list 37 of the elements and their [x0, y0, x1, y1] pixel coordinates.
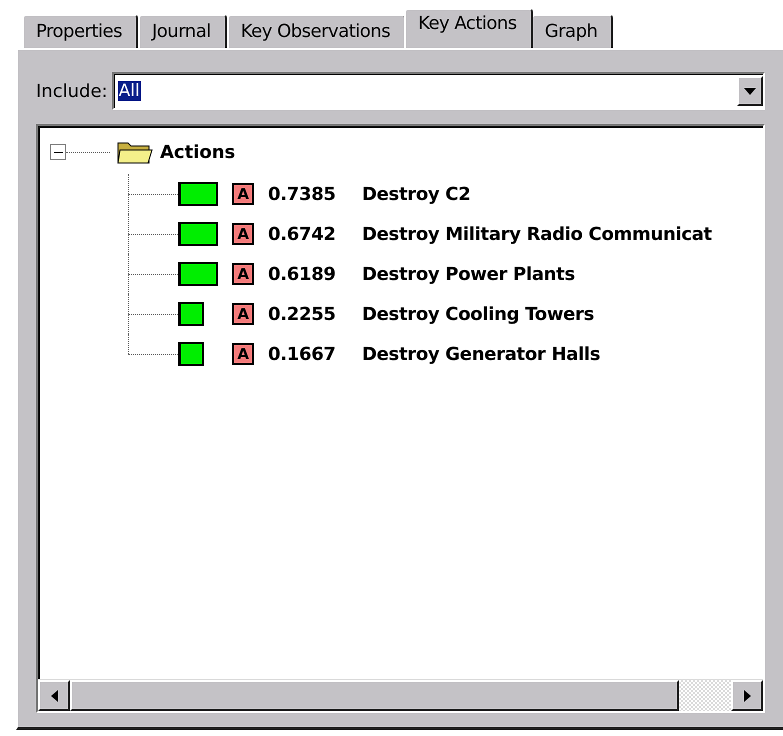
tab[interactable]: Properties — [22, 14, 138, 48]
tab[interactable]: Key Observations — [226, 14, 406, 48]
score-bar — [178, 302, 204, 326]
dropdown-button[interactable] — [737, 76, 763, 106]
score-value: 0.6189 — [268, 262, 337, 286]
action-badge: A — [232, 343, 254, 365]
scrollbar-thumb[interactable] — [70, 680, 679, 711]
scroll-left-button[interactable] — [38, 680, 70, 711]
action-label[interactable]: Destroy Power Plants — [362, 260, 575, 288]
action-badge: A — [232, 223, 254, 245]
action-label[interactable]: Destroy Generator Halls — [362, 340, 600, 368]
tab[interactable]: Key Actions — [404, 8, 533, 48]
action-badge: A — [232, 183, 254, 205]
action-badge: A — [232, 263, 254, 285]
score-bar — [178, 222, 218, 246]
action-label[interactable]: Destroy Military Radio Communicat — [362, 220, 712, 248]
include-dropdown[interactable]: All — [112, 72, 765, 110]
tab[interactable]: Journal — [138, 14, 227, 48]
scroll-right-button[interactable] — [731, 680, 763, 711]
action-label[interactable]: Destroy Cooling Towers — [362, 300, 594, 328]
left-arrow-icon — [50, 690, 58, 702]
include-label: Include: — [36, 80, 108, 104]
collapse-toggle[interactable] — [50, 144, 66, 160]
score-value: 0.6742 — [268, 222, 337, 246]
score-value: 0.1667 — [268, 342, 337, 366]
score-bar — [178, 262, 218, 286]
score-bar — [178, 182, 218, 206]
score-value: 0.2255 — [268, 302, 337, 326]
tree-node-label[interactable]: Actions — [160, 138, 236, 166]
tab[interactable]: Graph — [530, 14, 614, 48]
dropdown-arrow-icon — [744, 88, 756, 94]
action-badge: A — [232, 303, 254, 325]
action-label[interactable]: Destroy C2 — [362, 180, 470, 208]
selected-value: All — [118, 81, 141, 101]
score-bar — [178, 342, 204, 366]
score-value: 0.7385 — [268, 182, 337, 206]
right-arrow-icon — [744, 690, 750, 702]
